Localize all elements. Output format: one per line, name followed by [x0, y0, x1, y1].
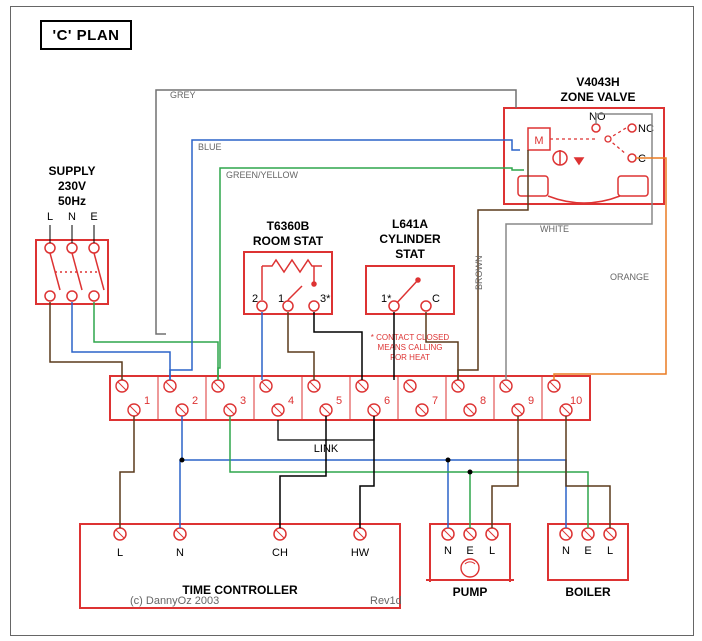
lbl-blue: BLUE — [198, 142, 222, 152]
wire-t2-pump-n — [182, 460, 448, 528]
lbl-grey: GREY — [170, 90, 196, 100]
zone-l1: V4043H — [576, 75, 619, 89]
boiler-title: BOILER — [565, 585, 611, 599]
wire-rs3-t6 — [314, 312, 362, 380]
wire-t3-pump-e — [230, 416, 470, 528]
cylinder-stat-block: L641A CYLINDER STAT 1* C * CONTACT CLOSE… — [366, 217, 454, 362]
cyl-box — [366, 266, 454, 314]
wiring-svg: SUPPLY 230V 50Hz L N E T6360B ROOM STAT — [0, 0, 702, 641]
wire-t3-boiler-e — [470, 472, 588, 528]
cyl-l3: STAT — [395, 247, 425, 261]
pump-l: L — [489, 545, 495, 557]
strip-6: 6 — [384, 395, 390, 407]
zone-m: M — [534, 135, 543, 147]
wire-t1-tc-l — [120, 416, 134, 528]
supply-e: E — [90, 211, 97, 223]
tc-rev: Rev1d — [370, 595, 402, 607]
strip-7: 7 — [432, 395, 438, 407]
lbl-orange: ORANGE — [610, 272, 649, 282]
zone-l2: ZONE VALVE — [561, 90, 636, 104]
supply-n: N — [68, 211, 76, 223]
pump-e: E — [466, 545, 473, 557]
cyl-note1: * CONTACT CLOSED — [371, 333, 450, 342]
supply-title: SUPPLY — [49, 164, 96, 178]
supply-freq: 50Hz — [58, 194, 86, 208]
cyl-p1: 1* — [381, 293, 392, 305]
tc-l: L — [117, 547, 123, 559]
roomstat-p3: 3* — [320, 293, 331, 305]
wire-zone-blue — [170, 140, 520, 380]
lbl-gny: GREEN/YELLOW — [226, 170, 299, 180]
wire-rs1-t5 — [288, 312, 314, 380]
time-controller-block: L N CH HW TIME CONTROLLER (c) DannyOz 20… — [80, 524, 402, 608]
pump-n: N — [444, 545, 452, 557]
cyl-pC: C — [432, 293, 440, 305]
strip-1: 1 — [144, 395, 150, 407]
pump-title: PUMP — [453, 585, 488, 599]
wire-t2-tc-n — [180, 416, 182, 528]
wire-zone-orange — [554, 158, 666, 380]
strip-10: 10 — [570, 395, 582, 407]
tc-ch: CH — [272, 547, 288, 559]
zone-c: C — [638, 153, 646, 165]
boiler-e: E — [584, 545, 591, 557]
roomstat-l2: ROOM STAT — [253, 234, 324, 248]
room-stat-block: T6360B ROOM STAT 2 1 3* — [244, 219, 332, 314]
supply-l: L — [47, 211, 53, 223]
boiler-n: N — [562, 545, 570, 557]
strip-5: 5 — [336, 395, 342, 407]
lbl-brown: BROWN — [474, 256, 484, 291]
strip-2: 2 — [192, 395, 198, 407]
roomstat-l1: T6360B — [267, 219, 310, 233]
cyl-l1: L641A — [392, 217, 428, 231]
boiler-block: N E L BOILER — [548, 524, 628, 599]
cyl-note2: MEANS CALLING — [378, 343, 443, 352]
strip-4: 4 — [288, 395, 294, 407]
tc-n: N — [176, 547, 184, 559]
cyl-l2: CYLINDER — [379, 232, 441, 246]
roomstat-p1: 1 — [278, 293, 284, 305]
wire-zone-grey — [156, 90, 516, 334]
tc-hw: HW — [351, 547, 370, 559]
tc-copy: (c) DannyOz 2003 — [130, 595, 219, 607]
strip-3: 3 — [240, 395, 246, 407]
roomstat-p2: 2 — [252, 293, 258, 305]
zone-no: NO — [589, 111, 606, 123]
pump-block: N E L PUMP — [426, 524, 514, 599]
cyl-note3: FOR HEAT — [390, 353, 430, 362]
strip-8: 8 — [480, 395, 486, 407]
wire-t2-boiler-n — [448, 460, 566, 528]
boiler-l: L — [607, 545, 613, 557]
supply-voltage: 230V — [58, 179, 86, 193]
wire-supply-l-t1 — [50, 302, 122, 380]
strip-9: 9 — [528, 395, 534, 407]
supply-block: SUPPLY 230V 50Hz L N E — [36, 164, 108, 304]
lbl-white: WHITE — [540, 224, 569, 234]
